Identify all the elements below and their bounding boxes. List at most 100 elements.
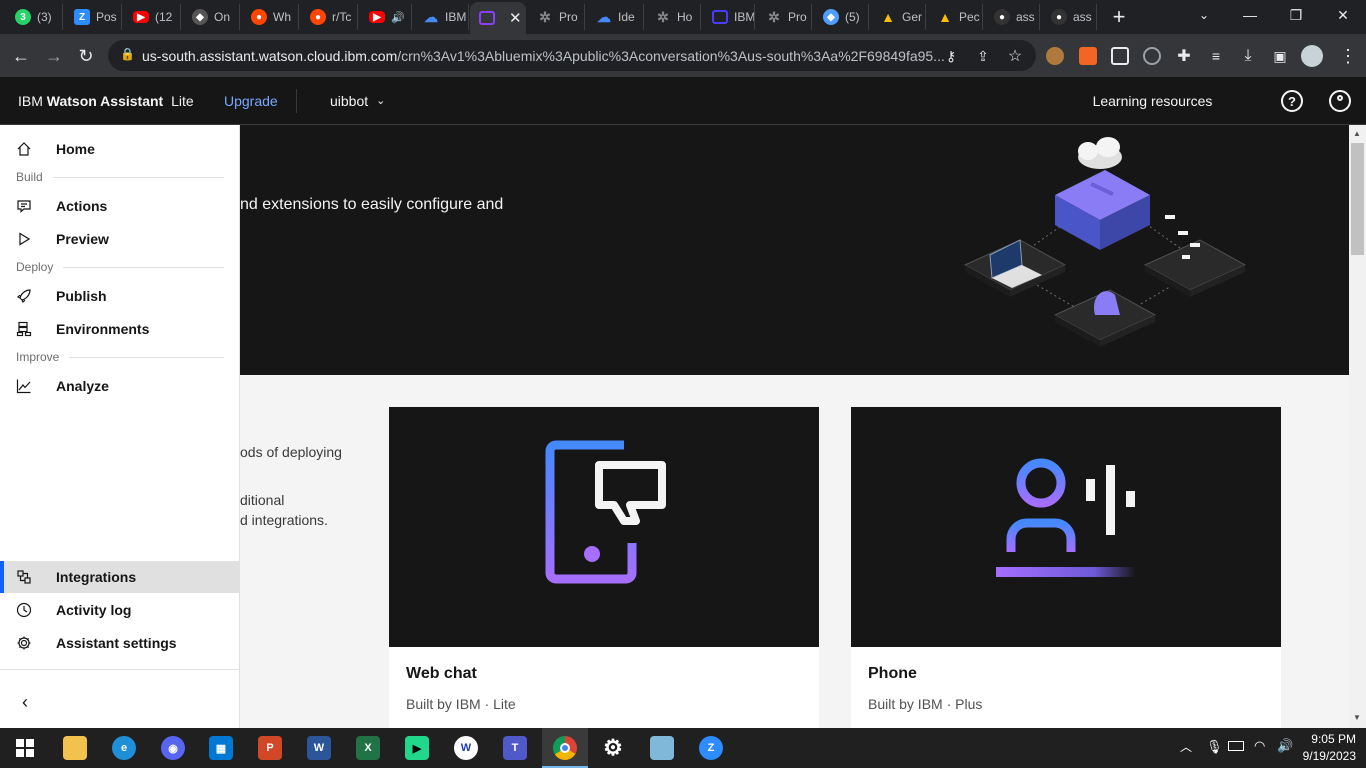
globe-extension-icon[interactable] [1143,47,1161,65]
rss-extension-icon[interactable] [1079,47,1097,65]
excel-icon[interactable]: X [356,736,380,760]
microsoft-store-icon[interactable]: ▦ [209,736,233,760]
browser-tab[interactable]: ✲ Pro [528,4,585,30]
download-icon[interactable]: ⤓ [1235,43,1261,69]
user-profile-icon[interactable] [1329,90,1351,112]
wifi-icon[interactable]: ◠ [1254,738,1265,754]
teams-icon[interactable]: T [503,736,527,760]
integration-illustration [963,137,1247,347]
browser-tab[interactable]: ● ass [1042,4,1097,30]
profile-avatar[interactable] [1301,45,1323,67]
battery-icon[interactable] [1228,741,1244,751]
reader-extension-icon[interactable] [1111,47,1129,65]
browser-tab[interactable]: ● r/Tc [301,4,358,30]
share-icon[interactable]: ⇪ [970,43,996,69]
minimize-button[interactable]: — [1227,0,1273,30]
integration-card-web-chat[interactable]: Web chat Built by IBM · Lite [389,407,819,728]
browser-tab[interactable]: ☁ Ide [587,4,644,30]
microphone-icon[interactable]: 🎙 [1206,739,1223,755]
extensions-puzzle-icon[interactable]: ✚ [1171,43,1197,69]
browser-tab[interactable]: ▲ Ger [871,4,926,30]
description-line-3: d integrations. [240,512,328,528]
key-icon[interactable]: ⚷ [938,43,964,69]
file-explorer-icon[interactable] [63,736,87,760]
openai-icon: ✲ [768,8,780,25]
browser-tab[interactable]: Z Pos [65,4,122,30]
pycharm-icon[interactable]: ▶ [405,736,429,760]
page-scrollbar[interactable]: ▲ ▼ [1349,125,1366,728]
reddit-icon: ● [310,9,326,25]
browser-tab[interactable]: ☁ IBM [414,4,469,30]
reload-button[interactable]: ↻ [73,43,99,69]
close-tab-icon[interactable]: ✕ [509,9,522,27]
home-icon [17,142,31,156]
browser-tab[interactable]: ● Wh [242,4,299,30]
nav-assistant-settings[interactable]: Assistant settings [0,627,240,659]
assistant-switcher[interactable]: uibbot ⌄ [330,93,385,109]
browser-tab[interactable]: ● ass [985,4,1040,30]
scroll-down-arrow-icon[interactable]: ▼ [1353,713,1361,722]
zoom-icon: Z [74,9,90,25]
windows-start-icon[interactable] [13,736,37,760]
browser-tab[interactable]: ◆ On [183,4,240,30]
nav-actions[interactable]: Actions [0,190,240,222]
notes-app-icon[interactable] [650,736,674,760]
scroll-up-arrow-icon[interactable]: ▲ [1353,129,1361,138]
new-tab-button[interactable]: + [1106,4,1132,30]
word-web-icon[interactable]: W [454,736,478,760]
nav-home[interactable]: Home [0,133,240,165]
cookie-extension-icon[interactable] [1046,47,1064,65]
nav-publish[interactable]: Publish [0,280,240,312]
nav-analyze[interactable]: Analyze [0,370,240,402]
integration-card-phone[interactable]: Phone Built by IBM · Plus [851,407,1281,728]
sidebar-divider [0,669,240,670]
card-subtitle: Built by IBM · Plus [868,696,983,712]
nav-activity-log[interactable]: Activity log [0,594,240,626]
ibm-cloud-icon: ☁ [424,8,438,25]
tray-chevron-up-icon[interactable]: ︿ [1180,738,1192,755]
browser-tab[interactable]: IBM [703,4,755,30]
side-panel-icon[interactable]: ▣ [1267,43,1293,69]
nav-environments[interactable]: Environments [0,313,240,345]
volume-icon[interactable]: 🔊 [1277,738,1293,754]
browser-tab[interactable]: ▲ Pec [928,4,983,30]
media-control-icon[interactable]: ≡ [1203,43,1229,69]
chrome-menu-icon[interactable]: ⋮ [1335,43,1361,69]
word-icon[interactable]: W [307,736,331,760]
card-subtitle: Built by IBM · Lite [406,696,516,712]
close-window-button[interactable]: ✕ [1320,0,1366,30]
browser-tab[interactable]: ◆ (5) [814,4,869,30]
product-brand[interactable]: IBM Watson Assistant Lite [18,93,194,109]
powerpoint-icon[interactable]: P [258,736,282,760]
address-bar[interactable]: 🔒 us-south.assistant.watson.cloud.ibm.co… [108,40,1036,71]
settings-gear-icon[interactable]: ⚙ [601,735,625,760]
upgrade-link[interactable]: Upgrade [224,93,278,109]
learning-resources-button[interactable]: Learning resources [1075,77,1230,125]
chrome-taskbar-button[interactable] [542,728,588,768]
discord-icon[interactable]: ◉ [161,736,185,760]
generic-icon: ◆ [192,9,208,25]
edge-icon[interactable]: e [112,736,136,760]
browser-tab[interactable]: ✲ Pro [757,4,812,30]
restore-button[interactable]: ❐ [1273,0,1319,30]
lock-icon: 🔒 [120,47,135,61]
hero-banner: nd extensions to easily configure and [240,125,1349,375]
help-icon[interactable]: ? [1281,90,1303,112]
back-button[interactable]: ← [8,43,34,69]
scrollbar-thumb[interactable] [1351,143,1364,255]
tab-search-icon[interactable]: ⌄ [1181,0,1227,30]
system-clock[interactable]: 9:05 PM 9/19/2023 [1300,731,1356,765]
drive-icon: ▲ [881,9,895,25]
browser-tab-active[interactable]: ✕ [470,2,526,34]
nav-preview[interactable]: Preview [0,223,240,255]
section-improve: Improve [16,350,224,364]
forward-button[interactable]: → [41,43,67,69]
browser-tab[interactable]: ▶ (12 [124,4,181,30]
browser-tab[interactable]: ✲ Ho [646,4,701,30]
browser-tab[interactable]: 3 (3) [6,4,63,30]
collapse-chevron-left-icon[interactable]: ‹ [16,692,34,712]
bookmark-star-icon[interactable]: ☆ [1002,43,1028,69]
browser-tab[interactable]: ▶ 🔊 [360,4,412,30]
zoom-app-icon[interactable]: Z [699,736,723,760]
nav-integrations[interactable]: Integrations [0,561,240,593]
